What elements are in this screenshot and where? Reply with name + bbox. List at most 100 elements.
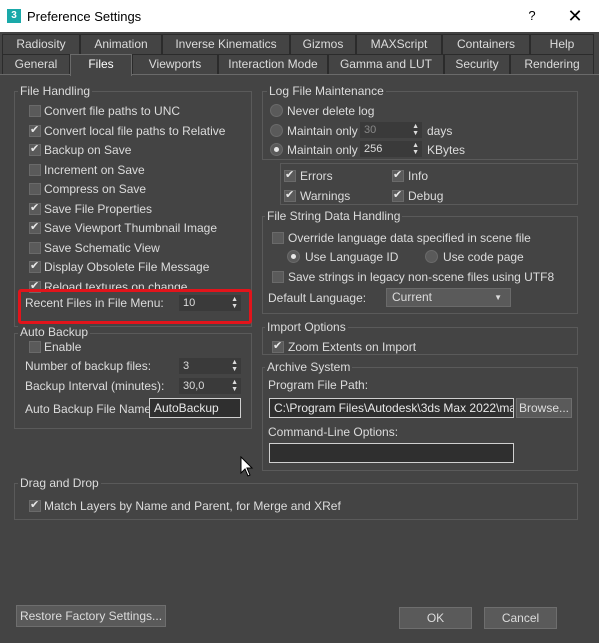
save-schematic-label: Save Schematic View [44,241,160,255]
backup-count-label: Number of backup files: [25,359,152,373]
tab-radiosity[interactable]: Radiosity [2,34,80,54]
never-delete-label: Never delete log [287,104,375,118]
warnings-checkbox[interactable] [284,188,296,202]
save-utf8-label: Save strings in legacy non-scene files u… [288,270,555,284]
info-label: Info [408,169,429,183]
tab-containers[interactable]: Containers [442,34,530,54]
tab-general[interactable]: General [2,54,70,74]
convert-relative-checkbox[interactable] [29,123,41,137]
backup-name-input[interactable]: AutoBackup [149,398,241,418]
warnings-label: Warnings [300,189,351,203]
convert-unc-label: Convert file paths to UNC [44,104,181,118]
tab-inverse-kinematics[interactable]: Inverse Kinematics [162,34,290,54]
drag-drop-title: Drag and Drop [18,476,101,490]
ok-button[interactable]: OK [399,607,472,629]
save-schematic-checkbox[interactable] [29,242,41,254]
tab-gamma-and-lut[interactable]: Gamma and LUT [328,54,444,74]
kbytes-unit-label: KBytes [427,143,466,157]
auto-backup-title: Auto Backup [18,325,91,339]
backup-count-value: 3 [183,360,190,372]
days-value: 30 [364,124,377,136]
log-file-title: Log File Maintenance [267,84,386,98]
zoom-extents-label: Zoom Extents on Import [288,340,417,354]
info-checkbox[interactable] [392,168,404,182]
match-layers-checkbox[interactable] [29,498,41,512]
mouse-cursor-icon [240,456,254,477]
program-path-label: Program File Path: [268,378,369,392]
display-obsolete-checkbox[interactable] [29,259,41,273]
tab-gizmos[interactable]: Gizmos [290,34,356,54]
convert-relative-label: Convert local file paths to Relative [44,124,226,138]
command-line-label: Command-Line Options: [268,425,399,439]
backup-on-save-checkbox[interactable] [29,142,41,156]
app-icon: 3 [7,9,21,23]
save-thumbnail-checkbox[interactable] [29,220,41,234]
default-language-select[interactable]: Current ▼ [386,288,511,307]
debug-checkbox[interactable] [392,188,404,202]
archive-system-title: Archive System [265,360,353,374]
spinner-arrows-icon[interactable]: ▲ ▼ [231,359,238,373]
tab-maxscript[interactable]: MAXScript [356,34,442,54]
default-language-label: Default Language: [268,291,367,305]
highlight-box [18,289,252,324]
tab-files[interactable]: Files [70,54,132,76]
use-code-page-radio[interactable] [425,250,438,263]
tab-interaction-mode[interactable]: Interaction Mode [218,54,328,74]
compress-on-save-checkbox[interactable] [29,183,41,195]
errors-label: Errors [300,169,333,183]
use-language-id-radio[interactable] [287,250,300,263]
tab-security[interactable]: Security [444,54,510,74]
title-bar: 3 Preference Settings ? ✕ [0,0,599,32]
command-line-input[interactable] [269,443,514,463]
debug-label: Debug [408,189,444,203]
backup-on-save-label: Backup on Save [44,143,132,157]
override-language-checkbox[interactable] [272,232,284,244]
backup-interval-spinner[interactable]: 30,0 ▲ ▼ [179,378,241,394]
tab-rendering[interactable]: Rendering [510,54,594,74]
tab-viewports[interactable]: Viewports [132,54,218,74]
maintain-kb-label: Maintain only [287,143,358,157]
increment-on-save-checkbox[interactable] [29,164,41,176]
save-thumbnail-label: Save Viewport Thumbnail Image [44,221,217,235]
window-title: Preference Settings [27,9,142,24]
override-language-label: Override language data specified in scen… [288,231,531,245]
compress-on-save-label: Compress on Save [44,182,147,196]
days-spinner[interactable]: 30 ▲ ▼ [360,122,422,138]
close-icon[interactable]: ✕ [564,5,586,27]
maintain-days-label: Maintain only [287,124,358,138]
program-path-input[interactable]: C:\Program Files\Autodesk\3ds Max 2022\m… [269,398,514,418]
save-file-properties-label: Save File Properties [44,202,153,216]
never-delete-radio[interactable] [270,104,283,117]
maintain-days-radio[interactable] [270,124,283,137]
auto-backup-enable-label: Enable [44,340,82,354]
browse-button[interactable]: Browse... [516,398,572,418]
spinner-arrows-icon[interactable]: ▲ ▼ [412,142,419,156]
auto-backup-enable-checkbox[interactable] [29,341,41,353]
default-language-value: Current [392,290,433,304]
display-obsolete-label: Display Obsolete File Message [44,260,210,274]
spinner-arrows-icon[interactable]: ▲ ▼ [231,379,238,393]
errors-checkbox[interactable] [284,168,296,182]
backup-count-spinner[interactable]: 3 ▲ ▼ [179,358,241,374]
backup-name-label: Auto Backup File Name: [25,402,155,416]
maintain-kb-radio[interactable] [270,143,283,156]
spinner-arrows-icon[interactable]: ▲ ▼ [412,123,419,137]
import-options-title: Import Options [265,320,348,334]
cancel-button[interactable]: Cancel [484,607,557,629]
backup-interval-label: Backup Interval (minutes): [25,379,165,393]
convert-unc-checkbox[interactable] [29,105,41,117]
help-button[interactable]: ? [522,6,542,26]
kb-spinner[interactable]: 256 ▲ ▼ [360,141,422,157]
file-string-title: File String Data Handling [265,209,403,223]
kb-value: 256 [364,143,383,155]
restore-factory-button[interactable]: Restore Factory Settings... [16,605,166,627]
tab-animation[interactable]: Animation [80,34,162,54]
save-file-properties-checkbox[interactable] [29,201,41,215]
save-utf8-checkbox[interactable] [272,271,284,283]
tab-help[interactable]: Help [530,34,594,54]
match-layers-label: Match Layers by Name and Parent, for Mer… [44,499,341,513]
reload-textures-label: Reload textures on change [44,280,188,289]
backup-interval-value: 30,0 [183,380,205,392]
zoom-extents-checkbox[interactable] [272,339,284,353]
chevron-down-icon: ▼ [494,293,502,302]
